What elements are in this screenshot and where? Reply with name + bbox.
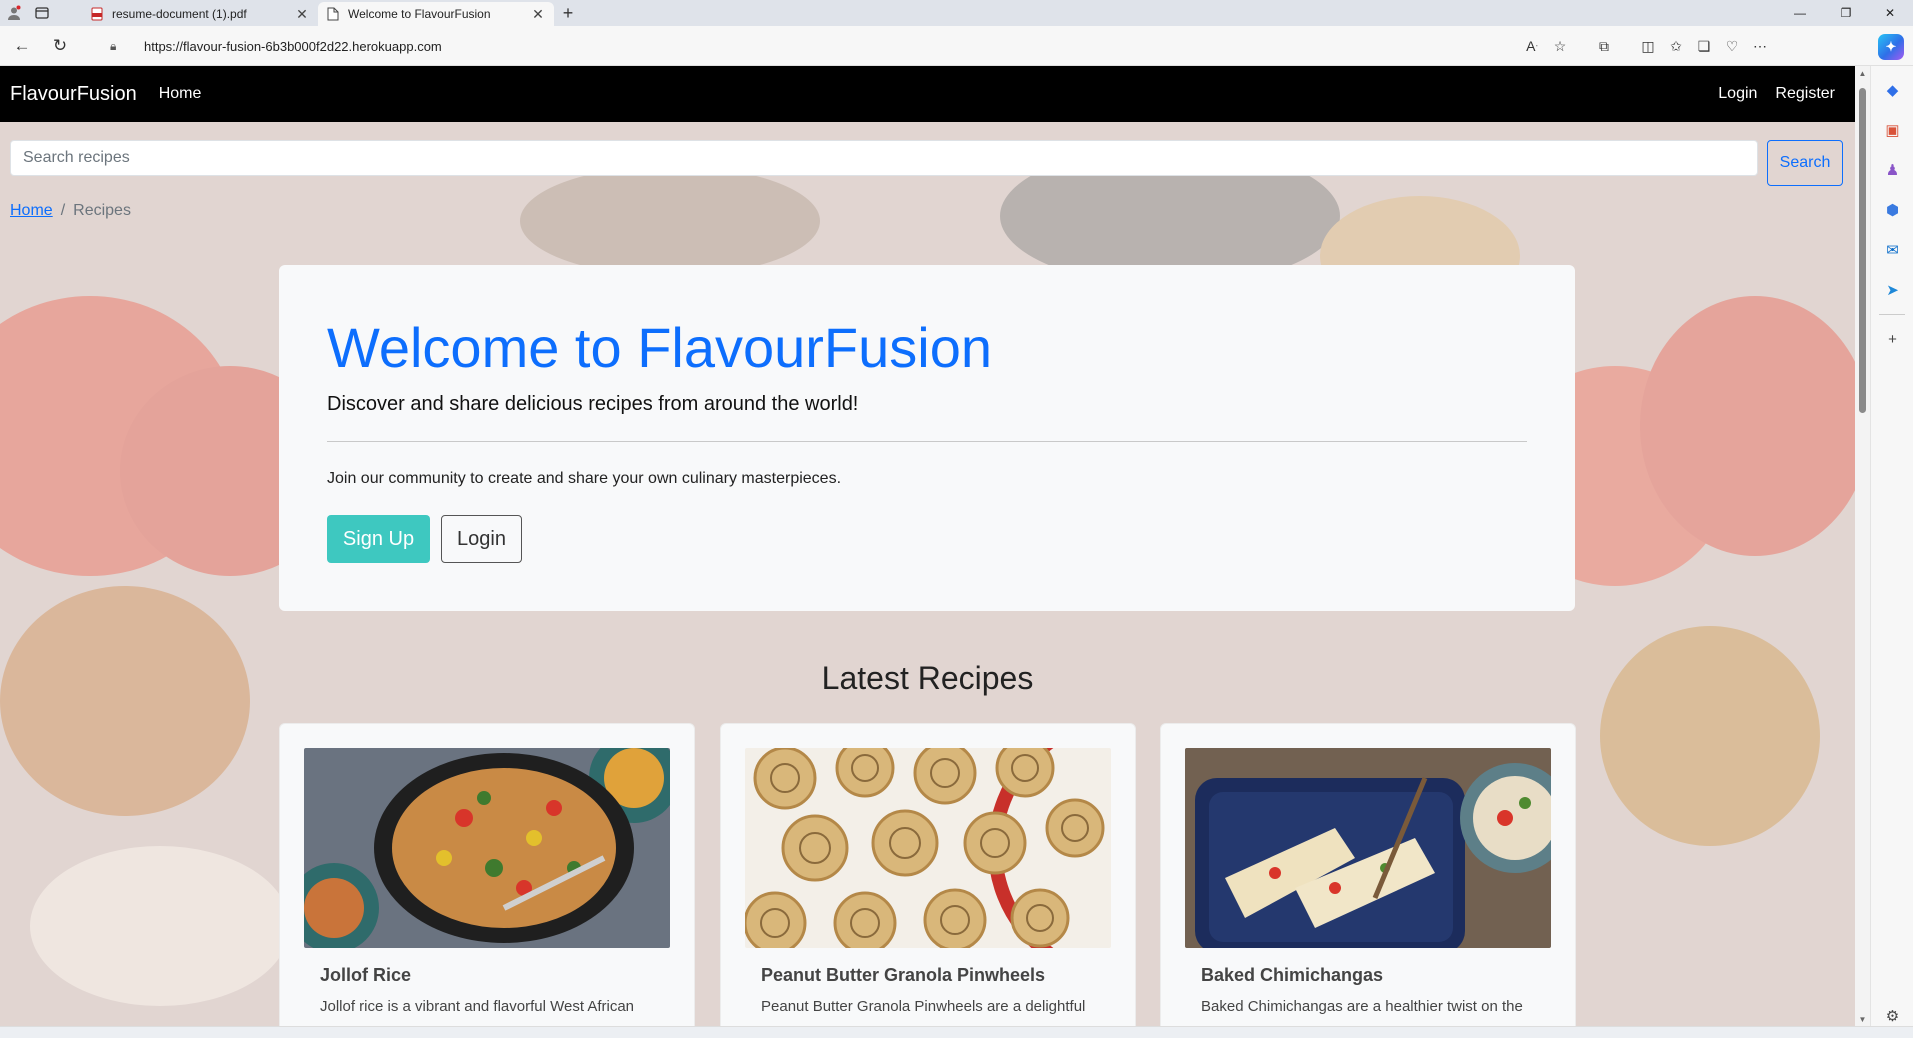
recipe-card[interactable]: Peanut Butter Granola Pinwheels Peanut B… (720, 723, 1136, 1026)
edge-sidebar: ◆ ▣ ♟ ⬢ ✉ ➤ + ⚙ (1870, 66, 1913, 1038)
nav-login[interactable]: Login (1718, 85, 1757, 103)
recipe-card[interactable]: Baked Chimichangas Baked Chimichangas ar… (1160, 723, 1576, 1026)
recipe-image-jollof-rice[interactable] (304, 748, 670, 948)
tab-welcome[interactable]: Welcome to FlavourFusion ✕ (318, 2, 554, 26)
site-navbar: FlavourFusion Home Login Register (0, 66, 1855, 122)
send-icon[interactable]: ➤ (1871, 270, 1913, 310)
add-sidebar-icon[interactable]: + (1871, 319, 1913, 359)
breadcrumb: Home / Recipes (10, 202, 131, 220)
hero-lead: Discover and share delicious recipes fro… (327, 393, 859, 415)
address-bar-actions: Aᐧ ☆ ⧉ ◫ ✩ ❏ ♡ ⋯ (1518, 32, 1774, 60)
browser-essentials-icon[interactable]: ♡ (1718, 32, 1746, 60)
latest-recipes-title: Latest Recipes (821, 660, 1034, 696)
tab-actions-icon[interactable] (28, 0, 56, 26)
tools-icon[interactable]: ▣ (1871, 110, 1913, 150)
nav-home[interactable]: Home (159, 85, 202, 103)
scroll-down-icon[interactable]: ▼ (1855, 1012, 1870, 1026)
search-button[interactable]: Search (1767, 140, 1843, 186)
scrollbar-thumb[interactable] (1859, 88, 1866, 413)
recipe-description: Jollof rice is a vibrant and flavorful W… (320, 998, 635, 1015)
hero-divider (327, 441, 1527, 442)
sign-up-button[interactable]: Sign Up (327, 515, 430, 563)
breadcrumb-home[interactable]: Home (10, 202, 53, 220)
favorites-icon[interactable]: ✩ (1662, 32, 1690, 60)
recipe-title[interactable]: Baked Chimichangas (1201, 965, 1383, 986)
new-tab-icon[interactable]: + (554, 3, 582, 24)
address-bar[interactable]: 🔒︎ https://flavour-fusion-6b3b000f2d22.h… (100, 30, 1580, 62)
minimize-icon[interactable]: — (1777, 0, 1823, 26)
tab-resume-pdf[interactable]: resume-document (1).pdf ✕ (82, 2, 318, 26)
recipe-description: Peanut Butter Granola Pinwheels are a de… (761, 998, 1086, 1015)
page-scrollbar[interactable]: ▲ ▼ (1855, 66, 1870, 1026)
tab-title: resume-document (1).pdf (112, 7, 247, 21)
split-screen-icon[interactable]: ◫ (1634, 32, 1662, 60)
recipe-description: Baked Chimichangas are a healthier twist… (1201, 998, 1523, 1015)
profile-icon[interactable] (0, 0, 28, 26)
window-close-icon[interactable]: ✕ (1867, 0, 1913, 26)
recipe-card[interactable]: Jollof Rice Jollof rice is a vibrant and… (279, 723, 695, 1026)
recipe-image-pinwheels[interactable] (745, 748, 1111, 948)
close-icon[interactable]: ✕ (530, 6, 546, 23)
hero-text: Join our community to create and share y… (327, 470, 842, 487)
hero-section: Welcome to FlavourFusion Discover and sh… (279, 265, 1575, 611)
nav-register[interactable]: Register (1775, 85, 1835, 103)
recipe-image-chimichangas[interactable] (1185, 748, 1551, 948)
breadcrumb-separator: / (60, 202, 66, 219)
page-viewport: FlavourFusion Home Login Register Search… (0, 66, 1855, 1026)
url-text[interactable]: https://flavour-fusion-6b3b000f2d22.hero… (144, 39, 442, 54)
refresh-icon[interactable]: ↻ (44, 30, 76, 62)
nav-auth-links: Login Register (1718, 66, 1835, 122)
brand-logo[interactable]: FlavourFusion (10, 83, 137, 106)
recipe-title[interactable]: Peanut Butter Granola Pinwheels (761, 965, 1045, 986)
login-button[interactable]: Login (441, 515, 522, 563)
browser-tab-bar: resume-document (1).pdf ✕ Welcome to Fla… (0, 0, 1913, 26)
address-bar-row: ← ↻ 🔒︎ https://flavour-fusion-6b3b000f2d… (0, 26, 1913, 66)
more-menu-icon[interactable]: ⋯ (1746, 32, 1774, 60)
search-form: Search (10, 140, 1845, 186)
outlook-icon[interactable]: ✉ (1871, 230, 1913, 270)
games-icon[interactable]: ♟ (1871, 150, 1913, 190)
read-aloud-icon[interactable]: Aᐧ (1518, 32, 1546, 60)
recipe-title[interactable]: Jollof Rice (320, 965, 411, 986)
window-bottom-edge (0, 1026, 1913, 1038)
office-icon[interactable]: ⬢ (1871, 190, 1913, 230)
extensions-icon[interactable]: ⧉ (1590, 32, 1618, 60)
lock-icon[interactable]: 🔒︎ (110, 39, 130, 54)
collections-icon[interactable]: ❏ (1690, 32, 1718, 60)
scroll-up-icon[interactable]: ▲ (1855, 66, 1870, 80)
restore-icon[interactable]: ❐ (1823, 0, 1869, 26)
breadcrumb-current: Recipes (73, 202, 131, 219)
favorite-star-icon[interactable]: ☆ (1546, 32, 1574, 60)
tab-title: Welcome to FlavourFusion (348, 7, 491, 21)
back-icon[interactable]: ← (6, 30, 38, 62)
pdf-icon (90, 7, 104, 21)
search-input[interactable] (10, 140, 1758, 176)
copilot-icon[interactable]: ✦ (1878, 34, 1904, 60)
page-icon (326, 7, 340, 21)
hero-title: Welcome to FlavourFusion (327, 316, 992, 379)
shopping-tag-icon[interactable]: ◆ (1871, 70, 1913, 110)
close-icon[interactable]: ✕ (294, 6, 310, 23)
